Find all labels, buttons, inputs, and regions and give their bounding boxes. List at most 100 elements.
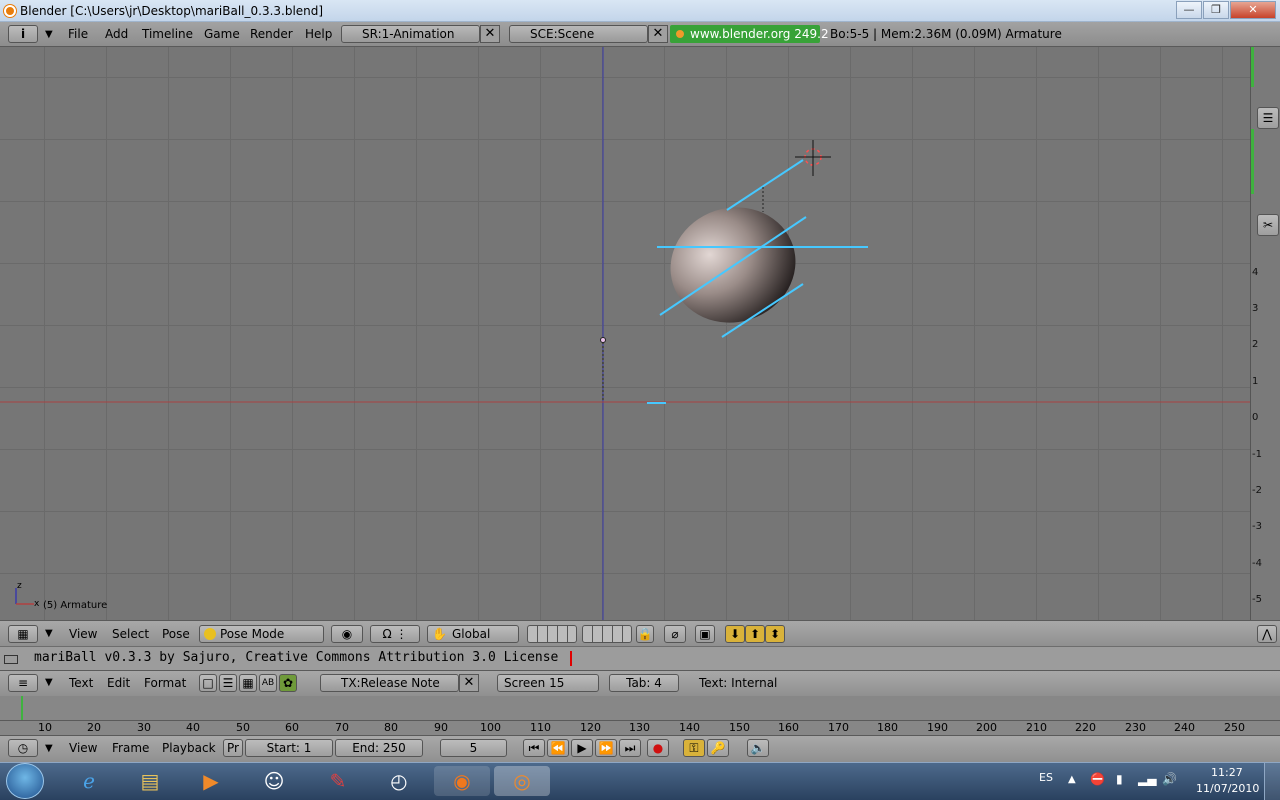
jump-end-icon[interactable]: ⏭ xyxy=(619,739,641,757)
clock-date[interactable]: 11/07/2010 xyxy=(1196,782,1259,795)
menu-frame[interactable]: Frame xyxy=(112,741,149,755)
timeline-tick: 210 xyxy=(1026,721,1047,734)
screen-delete-button[interactable]: ✕ xyxy=(480,25,500,43)
volume-icon[interactable]: 🔊 xyxy=(1162,772,1177,786)
lock-icon[interactable]: 🔒 xyxy=(636,625,654,643)
editor-type-timeline-button[interactable]: ◷ xyxy=(8,739,38,757)
outliner-toggle-icon[interactable]: ☰ xyxy=(1257,107,1279,129)
menu-render[interactable]: Render xyxy=(250,27,293,41)
word-wrap-icon[interactable]: ▦ xyxy=(239,674,257,692)
menu-help[interactable]: Help xyxy=(305,27,332,41)
minimize-button[interactable]: — xyxy=(1176,1,1202,19)
scene-selector[interactable]: SCE:Scene xyxy=(509,25,648,43)
menu-edit[interactable]: Edit xyxy=(107,676,130,690)
pivot-button[interactable]: Ω ⋮ xyxy=(370,625,420,643)
timeline-tick: 30 xyxy=(137,721,151,734)
menu-pose[interactable]: Pose xyxy=(162,627,190,641)
ruler-label: -1 xyxy=(1252,449,1262,460)
draw-type-button[interactable]: ◉ xyxy=(331,625,363,643)
timeline-tick: 200 xyxy=(976,721,997,734)
text-editor-line[interactable]: mariBall v0.3.3 by Sajuro, Creative Comm… xyxy=(34,650,558,665)
editor-type-button[interactable]: i xyxy=(8,25,38,43)
plugin-icon[interactable]: ✿ xyxy=(279,674,297,692)
menu-file[interactable]: File xyxy=(68,27,88,41)
close-button[interactable]: ✕ xyxy=(1230,1,1276,19)
timeline-tick: 250 xyxy=(1224,721,1245,734)
network-icon[interactable]: ⛔ xyxy=(1090,772,1105,786)
menu-view[interactable]: View xyxy=(69,741,97,755)
side-ruler[interactable]: ☰ ✂ xyxy=(1250,47,1280,620)
syntax-icon[interactable]: AB xyxy=(259,674,277,692)
show-desktop-button[interactable] xyxy=(1264,763,1280,800)
blender-taskbar-icon[interactable]: ◎ xyxy=(494,766,550,796)
play-icon[interactable]: ▶ xyxy=(571,739,593,757)
paste-pose-icon[interactable]: ⬆ xyxy=(745,625,765,643)
header-collapse-icon[interactable]: ▼ xyxy=(45,29,53,40)
timeline-tick: 130 xyxy=(629,721,650,734)
tab-width-field[interactable]: Tab: 4 xyxy=(609,674,679,692)
pin-app-icon[interactable]: ✎ xyxy=(320,766,356,796)
layer-buttons-2[interactable] xyxy=(582,625,632,643)
firefox-icon[interactable]: ◉ xyxy=(434,766,490,796)
start-frame-field[interactable]: Start: 1 xyxy=(245,739,333,757)
font-selector[interactable]: Screen 15 xyxy=(497,674,599,692)
messenger-icon[interactable]: ☺ xyxy=(256,766,292,796)
keying-set-icon[interactable]: ⚿ xyxy=(683,739,705,757)
maximize-button[interactable]: ❐ xyxy=(1203,1,1229,19)
audio-icon[interactable]: 🔈 xyxy=(747,739,769,757)
language-indicator[interactable]: ES xyxy=(1039,771,1053,784)
collapse-icon[interactable]: ▼ xyxy=(45,743,53,754)
copy-pose-icon[interactable]: ⬇ xyxy=(725,625,745,643)
3d-viewport[interactable]: z x (5) Armature xyxy=(0,47,1250,620)
record-icon[interactable]: ● xyxy=(647,739,669,757)
battery-icon[interactable]: ▮ xyxy=(1116,772,1123,786)
fullscreen-icon[interactable]: □ xyxy=(199,674,217,692)
line-numbers-icon[interactable]: ☰ xyxy=(219,674,237,692)
prev-key-icon[interactable]: ⏪ xyxy=(547,739,569,757)
layer-buttons-1[interactable] xyxy=(527,625,577,643)
editor-type-3d-button[interactable]: ▦ xyxy=(8,625,38,643)
clock-app-icon[interactable]: ◴ xyxy=(381,766,417,796)
menu-view[interactable]: View xyxy=(69,627,97,641)
mode-selector[interactable]: Pose Mode xyxy=(199,625,324,643)
link-icon[interactable]: ⌀ xyxy=(664,625,686,643)
blender-small-icon xyxy=(676,30,684,38)
collapse-icon[interactable]: ▼ xyxy=(45,677,53,688)
text-block-delete-button[interactable]: ✕ xyxy=(459,674,479,692)
origin-point xyxy=(600,337,606,343)
menu-select[interactable]: Select xyxy=(112,627,149,641)
next-key-icon[interactable]: ⏩ xyxy=(595,739,617,757)
show-hidden-icons[interactable]: ▲ xyxy=(1068,774,1076,785)
orientation-selector[interactable]: ✋ Global xyxy=(427,625,519,643)
menu-text[interactable]: Text xyxy=(69,676,93,690)
render-icon[interactable]: ▣ xyxy=(695,625,715,643)
scene-delete-button[interactable]: ✕ xyxy=(648,25,668,43)
text-block-selector[interactable]: TX:Release Note xyxy=(320,674,459,692)
menu-timeline[interactable]: Timeline xyxy=(142,27,193,41)
menu-playback[interactable]: Playback xyxy=(162,741,216,755)
jump-start-icon[interactable]: ⏮ xyxy=(523,739,545,757)
key-icon[interactable]: 🔑 xyxy=(707,739,729,757)
collapse-icon[interactable]: ▼ xyxy=(45,628,53,639)
tools-toggle-icon[interactable]: ✂ xyxy=(1257,214,1279,236)
timeline-tick: 160 xyxy=(778,721,799,734)
media-player-icon[interactable]: ▶ xyxy=(193,766,229,796)
menu-format[interactable]: Format xyxy=(144,676,186,690)
window-corner-icon[interactable]: ⋀ xyxy=(1257,625,1277,643)
start-button[interactable] xyxy=(6,763,44,799)
current-frame-field[interactable]: 5 xyxy=(440,739,507,757)
menu-game[interactable]: Game xyxy=(204,27,240,41)
preview-range-button[interactable]: Pr xyxy=(223,739,243,757)
timeline-tick: 170 xyxy=(828,721,849,734)
screen-selector[interactable]: SR:1-Animation xyxy=(341,25,480,43)
end-frame-field[interactable]: End: 250 xyxy=(335,739,423,757)
file-explorer-icon[interactable]: ▤ xyxy=(132,766,168,796)
signal-icon[interactable]: ▂▄ xyxy=(1138,772,1156,786)
menu-add[interactable]: Add xyxy=(105,27,128,41)
internet-explorer-icon[interactable]: ℯ xyxy=(71,766,107,796)
clock-time[interactable]: 11:27 xyxy=(1211,766,1243,779)
paste-flip-icon[interactable]: ⬍ xyxy=(765,625,785,643)
editor-type-text-button[interactable]: ≡ xyxy=(8,674,38,692)
viewport-scene[interactable] xyxy=(0,47,1250,620)
timeline-tick: 120 xyxy=(580,721,601,734)
